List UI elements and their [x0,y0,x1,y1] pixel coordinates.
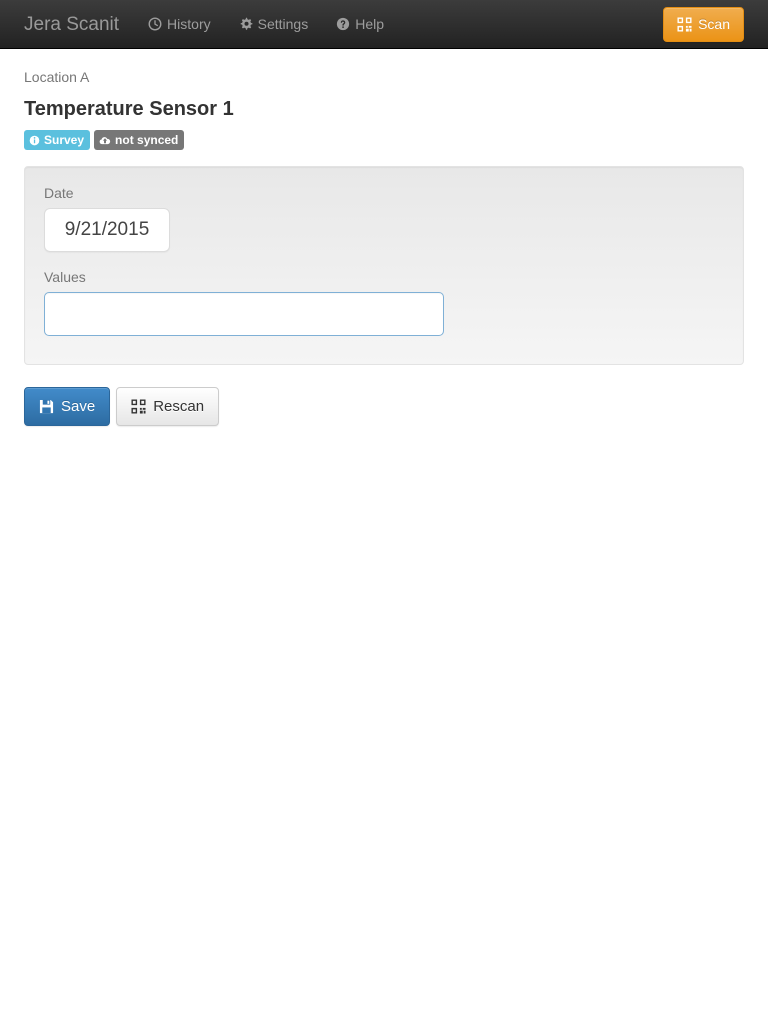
date-label: Date [44,185,74,201]
nav-item-settings[interactable]: Settings [225,1,323,47]
form-panel: Date Values [24,166,744,365]
nav-item-history[interactable]: History [134,1,225,47]
brand-link[interactable]: Jera Scanit [0,15,134,34]
page-title: Temperature Sensor 1 [24,98,234,120]
clock-icon [148,17,162,31]
top-navbar: Jera Scanit History Settings Help Scan [0,0,768,49]
nav-link-settings[interactable]: Settings [225,1,323,47]
values-label: Values [44,269,86,285]
primary-nav: History Settings Help [134,1,398,47]
save-button-label: Save [61,398,96,415]
action-button-row: Save Rescan [24,387,744,426]
rescan-button-label: Rescan [153,398,205,415]
qrcode-icon [677,16,692,32]
page-container: Location A Temperature Sensor 1 Survey n… [0,49,768,426]
form-group-date: Date [44,186,724,252]
nav-label-help: Help [355,16,384,32]
status-badge-survey-label: Survey [44,133,85,147]
question-circle-icon [336,17,350,31]
nav-label-settings: Settings [257,16,309,32]
scan-button[interactable]: Scan [663,6,744,42]
gear-icon [239,17,253,31]
save-button[interactable]: Save [24,387,111,426]
scan-button-label: Scan [698,16,730,32]
qrcode-icon [131,399,146,414]
nav-item-help[interactable]: Help [322,1,398,47]
rescan-button[interactable]: Rescan [116,387,220,426]
nav-label-history: History [167,16,211,32]
nav-link-help[interactable]: Help [322,1,398,47]
status-badge-survey: Survey [24,130,91,150]
info-circle-icon [29,135,40,146]
status-badge-row: Survey not synced [24,130,744,150]
save-icon [39,399,54,414]
status-badge-sync-label: not synced [115,133,179,147]
breadcrumb: Location A [24,69,90,85]
form-group-values: Values [44,270,724,336]
cloud-upload-icon [99,135,111,146]
nav-link-history[interactable]: History [134,1,225,47]
values-input[interactable] [44,292,444,336]
date-input[interactable] [44,208,170,252]
status-badge-sync: not synced [94,130,185,150]
